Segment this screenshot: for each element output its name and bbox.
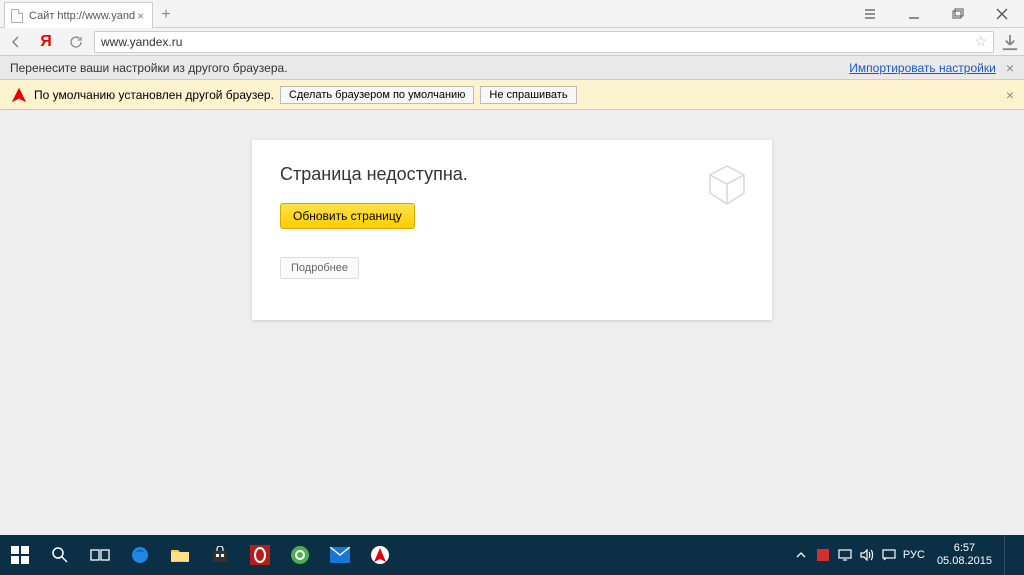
mail-icon[interactable] xyxy=(320,535,360,575)
tab-title: Сайт http://www.yand xyxy=(29,10,135,22)
yellow-bar-close-icon[interactable]: × xyxy=(1006,87,1014,103)
yandex-browser-taskbar-icon[interactable] xyxy=(360,535,400,575)
tray-volume-icon[interactable] xyxy=(859,547,875,563)
tray-security-icon[interactable] xyxy=(815,547,831,563)
tray-action-center-icon[interactable] xyxy=(881,547,897,563)
back-button[interactable] xyxy=(4,30,28,54)
tray-time: 6:57 xyxy=(937,542,992,555)
cube-icon xyxy=(704,162,750,208)
import-settings-bar: Перенесите ваши настройки из другого бра… xyxy=(0,56,1024,80)
close-button[interactable] xyxy=(980,0,1024,28)
refresh-page-button[interactable]: Обновить страницу xyxy=(280,203,415,229)
url-input[interactable] xyxy=(101,35,974,49)
system-tray: РУС 6:57 05.08.2015 xyxy=(793,535,1024,575)
url-field[interactable]: ☆ xyxy=(94,31,994,53)
set-default-button[interactable]: Сделать браузером по умолчанию xyxy=(280,86,474,104)
tray-chevron-up-icon[interactable] xyxy=(793,547,809,563)
error-card: Страница недоступна. Обновить страницу П… xyxy=(252,140,772,320)
bookmark-star-icon[interactable]: ☆ xyxy=(974,33,987,50)
show-desktop-button[interactable] xyxy=(1004,535,1018,575)
default-browser-bar: По умолчанию установлен другой браузер. … xyxy=(0,80,1024,110)
import-settings-link[interactable]: Импортировать настройки xyxy=(849,61,996,75)
store-icon[interactable] xyxy=(200,535,240,575)
tray-language[interactable]: РУС xyxy=(903,549,925,561)
maximize-button[interactable] xyxy=(936,0,980,28)
opera-icon[interactable] xyxy=(240,535,280,575)
tab-close-icon[interactable]: × xyxy=(135,9,146,23)
app-green-icon[interactable] xyxy=(280,535,320,575)
start-button[interactable] xyxy=(0,535,40,575)
default-browser-text: По умолчанию установлен другой браузер. xyxy=(34,88,274,102)
reload-button[interactable] xyxy=(64,30,88,54)
import-bar-close-icon[interactable]: × xyxy=(1006,60,1014,76)
minimize-button[interactable] xyxy=(892,0,936,28)
tray-date: 05.08.2015 xyxy=(937,555,992,568)
edge-icon[interactable] xyxy=(120,535,160,575)
taskbar: РУС 6:57 05.08.2015 xyxy=(0,535,1024,575)
page-icon xyxy=(11,9,23,23)
downloads-button[interactable] xyxy=(1000,32,1020,52)
dont-ask-button[interactable]: Не спрашивать xyxy=(480,86,576,104)
more-details-button[interactable]: Подробнее xyxy=(280,257,359,279)
error-title: Страница недоступна. xyxy=(280,164,744,185)
tray-network-icon[interactable] xyxy=(837,547,853,563)
browser-tab[interactable]: Сайт http://www.yand × xyxy=(4,2,153,28)
task-view-icon[interactable] xyxy=(80,535,120,575)
file-explorer-icon[interactable] xyxy=(160,535,200,575)
titlebar: Сайт http://www.yand × + xyxy=(0,0,1024,28)
address-bar: Я ☆ xyxy=(0,28,1024,56)
page-content: Страница недоступна. Обновить страницу П… xyxy=(0,110,1024,535)
tray-clock[interactable]: 6:57 05.08.2015 xyxy=(931,542,998,568)
new-tab-button[interactable]: + xyxy=(153,2,179,28)
yandex-home-button[interactable]: Я xyxy=(34,30,58,54)
menu-button[interactable] xyxy=(848,0,892,28)
search-icon[interactable] xyxy=(40,535,80,575)
yandex-browser-icon xyxy=(10,86,28,104)
import-bar-text: Перенесите ваши настройки из другого бра… xyxy=(10,61,288,75)
window-controls xyxy=(848,0,1024,28)
